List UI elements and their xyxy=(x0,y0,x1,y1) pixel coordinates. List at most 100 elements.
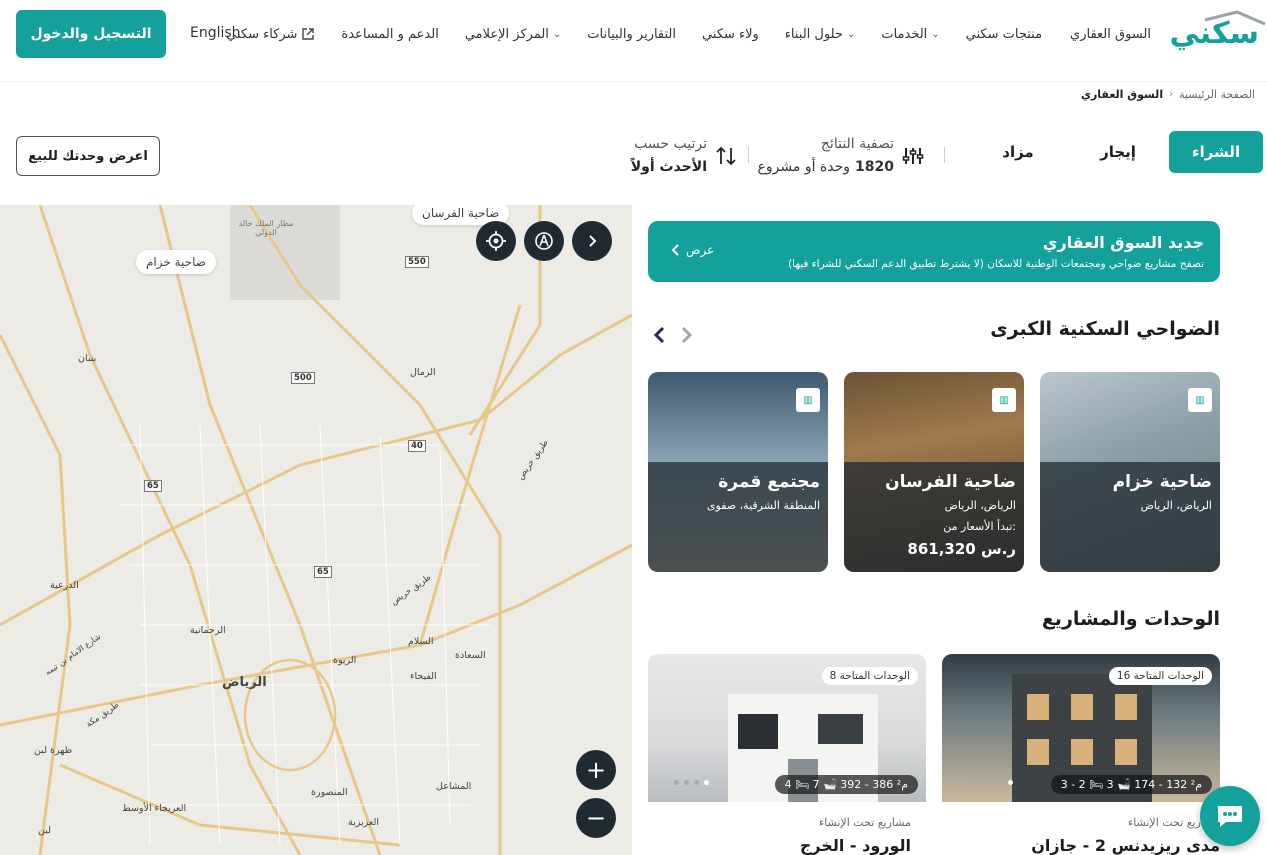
card-name: ضاحية خزام xyxy=(1112,472,1212,492)
unit-title[interactable]: الورود - الخرج xyxy=(800,836,911,855)
locate-me-button[interactable] xyxy=(476,221,516,261)
unit-specs: 4 🛏 7 🛁 392 - 386 م² xyxy=(774,775,918,794)
logo-text: سكني xyxy=(1169,16,1260,51)
nav-label: الدعم و المساعدة xyxy=(341,26,439,42)
map-label-district: الريوة xyxy=(333,655,357,666)
external-link-icon xyxy=(302,28,315,40)
card-location: الرياض، الرياض xyxy=(1140,499,1212,512)
nav-item-services[interactable]: الخدمات ⌄ xyxy=(881,27,939,42)
map-label-district: المنصورة xyxy=(311,787,348,798)
results-suffix: وحدة أو مشروع xyxy=(757,159,851,175)
nav-item-loyalty[interactable]: ولاء سكني xyxy=(702,27,759,42)
filter-title: تصفية النتائج xyxy=(820,136,894,152)
sort-title: ترتيب حسب xyxy=(634,136,707,152)
nav-label: حلول البناء xyxy=(784,26,843,42)
crosshair-icon xyxy=(486,231,506,251)
chat-bubble-icon xyxy=(1218,806,1242,827)
tab-buy[interactable]: الشراء xyxy=(1169,131,1263,173)
sort-arrows-icon xyxy=(716,146,736,166)
map-label-district: السلام xyxy=(408,636,434,647)
breadcrumb-separator: › xyxy=(1169,89,1174,100)
suburb-card[interactable]: ▥ ضاحية خزام الرياض، الرياض xyxy=(1040,372,1220,572)
breadcrumb-current: السوق العقاري xyxy=(1080,88,1164,101)
chevron-right-icon xyxy=(589,235,597,247)
toolbar-divider xyxy=(944,147,945,163)
nav-item-building[interactable]: حلول البناء ⌄ xyxy=(785,27,856,42)
map-label-airport: مطار الملك خالد الدولي xyxy=(238,219,294,237)
banner-link-label: عرض xyxy=(686,243,715,257)
card-price: 861,320 ر.س xyxy=(907,540,1016,558)
map-label-district: الفيحاء xyxy=(410,671,437,682)
nav-item-media[interactable]: المركز الإعلامي ⌄ xyxy=(465,27,561,42)
image-dots[interactable] xyxy=(674,780,709,785)
draw-area-button[interactable] xyxy=(524,221,564,261)
road-shield: 40 xyxy=(408,440,426,452)
banner-subtitle: تصفح مشاريع ضواحي ومجتمعات الوطنية للاسك… xyxy=(788,258,1204,270)
tab-auction[interactable]: مزاد xyxy=(980,131,1056,173)
housing-logo-icon: ▥ xyxy=(992,388,1016,412)
banner-view-link[interactable]: عرض xyxy=(672,243,714,257)
nav-item-reports[interactable]: التقارير والبيانات xyxy=(587,27,676,42)
compass-draw-icon xyxy=(535,232,553,250)
card-price-label: تبدأ الأسعار من: xyxy=(943,520,1016,533)
unit-title[interactable]: مدى ريزيدنس 2 - جازان xyxy=(1031,836,1220,855)
unit-card-image[interactable]: الوحدات المتاحة 16 3 - 2 🛏 3 🛁 174 - 132… xyxy=(942,654,1220,802)
suburbs-title: الضواحي السكنية الكبرى xyxy=(990,318,1220,340)
sliders-icon xyxy=(902,148,924,164)
unit-specs: 3 - 2 🛏 3 🛁 174 - 132 م² xyxy=(1050,775,1212,794)
map-marker-khuzam[interactable]: ضاحية خزام xyxy=(136,250,216,274)
card-location: المنطقة الشرقية، صفوى xyxy=(706,499,820,512)
housing-logo-icon: ▥ xyxy=(796,388,820,412)
banner-title: جديد السوق العقاري xyxy=(1042,233,1204,252)
carousel-next-icon[interactable] xyxy=(680,326,694,344)
unit-card-image[interactable]: الوحدات المتاحة 8 4 🛏 7 🛁 392 - 386 م² xyxy=(648,654,926,802)
offer-unit-button[interactable]: اعرض وحدتك للبيع xyxy=(16,136,160,176)
map-label-district: العزيزية xyxy=(348,817,379,828)
housing-logo-icon: ▥ xyxy=(1188,388,1212,412)
chevron-down-icon: ⌄ xyxy=(931,28,940,40)
language-switch[interactable]: English xyxy=(190,25,241,41)
map-roads xyxy=(0,205,632,855)
card-location: الرياض، الرياض xyxy=(944,499,1016,512)
suburb-card[interactable]: ▥ ضاحية الفرسان الرياض، الرياض تبدأ الأس… xyxy=(844,372,1024,572)
chat-support-button[interactable] xyxy=(1200,786,1260,846)
nav-label: المركز الإعلامي xyxy=(464,26,549,42)
site-header: سكني السوق العقاري منتجات سكني الخدمات ⌄ … xyxy=(0,0,1267,82)
new-market-banner[interactable]: جديد السوق العقاري تصفح مشاريع ضواحي ومج… xyxy=(648,221,1220,282)
main-nav: السوق العقاري منتجات سكني الخدمات ⌄ حلول … xyxy=(226,22,1151,46)
zoom-in-button[interactable]: + xyxy=(576,750,616,790)
tab-rent[interactable]: إيجار xyxy=(1078,131,1158,173)
nav-item-products[interactable]: منتجات سكني xyxy=(966,27,1042,42)
zoom-out-button[interactable]: − xyxy=(576,798,616,838)
map-label-district: المشاعل xyxy=(436,781,472,792)
toolbar-divider xyxy=(748,147,749,163)
map-label-district: ظهرة لبن xyxy=(34,745,73,756)
register-login-button[interactable]: التسجيل والدخول xyxy=(16,10,166,58)
nav-label: الخدمات xyxy=(881,26,928,42)
chevron-left-icon xyxy=(672,244,679,256)
card-name: مجتمع قمرة xyxy=(718,472,820,492)
results-count: 1820 xyxy=(855,159,894,175)
sakani-logo[interactable]: سكني xyxy=(1165,8,1267,52)
nav-item-support[interactable]: الدعم و المساعدة xyxy=(341,27,438,42)
map-label-city: الرياض xyxy=(222,675,267,690)
map-view[interactable]: ضاحية خزام ضاحية الفرسان مطار الملك خالد… xyxy=(0,205,632,855)
nav-label: ولاء سكني xyxy=(702,26,759,42)
road-shield: 550 xyxy=(405,256,429,268)
available-units-badge: الوحدات المتاحة 16 xyxy=(1108,667,1212,685)
nav-label: التقارير والبيانات xyxy=(587,26,677,42)
collapse-map-button[interactable] xyxy=(572,221,612,261)
available-units-badge: الوحدات المتاحة 8 xyxy=(821,667,918,685)
map-label-district: الرحمانية xyxy=(190,625,226,636)
nav-label: منتجات سكني xyxy=(965,26,1043,42)
image-dots[interactable] xyxy=(968,780,1013,785)
carousel-prev-icon[interactable] xyxy=(652,326,666,344)
units-title: الوحدات والمشاريع xyxy=(1041,608,1220,630)
road-shield: 500 xyxy=(291,372,315,384)
nav-item-market[interactable]: السوق العقاري xyxy=(1070,27,1151,42)
nav-label: السوق العقاري xyxy=(1070,26,1151,42)
suburb-card[interactable]: ▥ مجتمع قمرة المنطقة الشرقية، صفوى xyxy=(648,372,828,572)
map-label-district: الدرعية xyxy=(50,580,79,591)
breadcrumb-home[interactable]: الصفحة الرئيسية xyxy=(1179,88,1255,101)
map-label-district: بنبان xyxy=(78,353,97,364)
